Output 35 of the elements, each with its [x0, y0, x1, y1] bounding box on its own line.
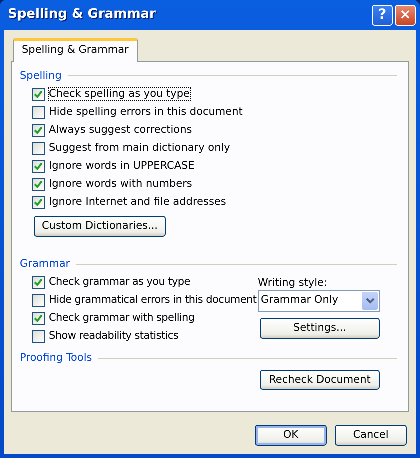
checkbox[interactable]: [32, 294, 45, 308]
checkbox[interactable]: [32, 124, 45, 137]
custom-dictionaries-button[interactable]: Custom Dictionaries...: [34, 216, 166, 238]
checkbox-label[interactable]: Check grammar with spelling: [49, 312, 195, 326]
group-heading: Grammar: [20, 258, 70, 271]
writing-style-label: Writing style:: [258, 276, 329, 290]
checkbox[interactable]: [32, 160, 45, 173]
checkbox-label[interactable]: Ignore words with numbers: [49, 178, 192, 190]
group-heading: Spelling: [20, 70, 62, 82]
window-title: Spelling & Grammar: [8, 7, 157, 23]
checkbox[interactable]: [32, 178, 45, 191]
checkbox[interactable]: [32, 312, 45, 326]
checkbox[interactable]: [32, 142, 45, 155]
tab[interactable]: Spelling & Grammar: [13, 38, 138, 62]
checkbox-label[interactable]: Always suggest corrections: [49, 124, 192, 136]
recheck-document-button[interactable]: Recheck Document: [260, 370, 380, 390]
checkbox-label[interactable]: Ignore Internet and file addresses: [49, 196, 226, 208]
checkbox-label[interactable]: Ignore words in UPPERCASE: [49, 160, 195, 172]
settings-button[interactable]: Settings...: [260, 318, 380, 339]
group-heading: Proofing Tools: [20, 352, 92, 364]
checkbox[interactable]: [32, 196, 45, 209]
checkbox[interactable]: [32, 276, 45, 290]
checkbox[interactable]: [32, 88, 45, 101]
checkbox-label[interactable]: Suggest from main dictionary only: [49, 142, 230, 154]
checkbox-label[interactable]: Hide grammatical errors in this document: [49, 294, 257, 308]
ok-button[interactable]: OK: [255, 425, 327, 446]
writing-style-dropdown[interactable]: Grammar Only: [258, 290, 380, 312]
cancel-button[interactable]: Cancel: [335, 425, 407, 446]
checkbox-label[interactable]: Check spelling as you type: [49, 88, 190, 100]
checkbox-label[interactable]: Check grammar as you type: [49, 276, 190, 290]
checkbox[interactable]: [32, 106, 45, 119]
checkbox[interactable]: [32, 330, 45, 344]
checkbox-label[interactable]: Show readability statistics: [49, 330, 179, 344]
help-button[interactable]: ?: [372, 4, 393, 26]
checkbox-label[interactable]: Hide spelling errors in this document: [49, 106, 243, 118]
